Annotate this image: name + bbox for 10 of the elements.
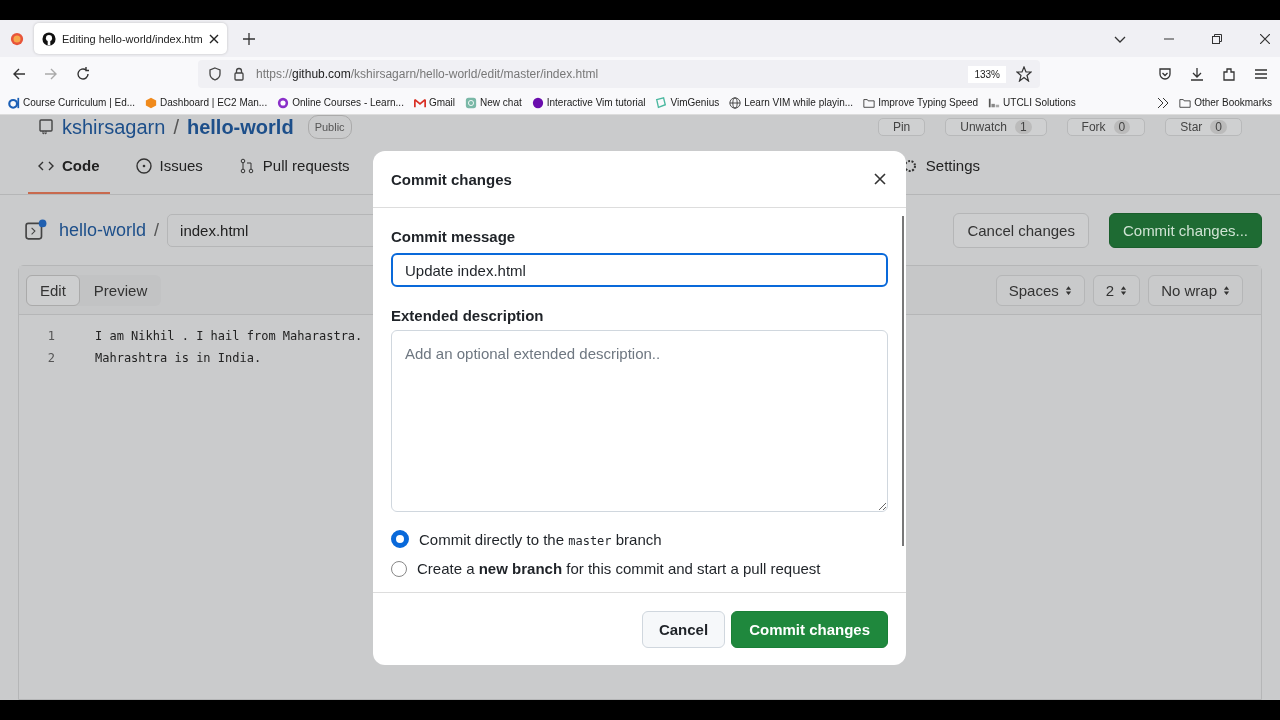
path-separator: / bbox=[154, 219, 160, 241]
line-number: 2 bbox=[46, 351, 55, 365]
line-number: 1 bbox=[46, 329, 55, 343]
code-line: Mahrashtra is in India. bbox=[95, 351, 262, 365]
field-label: Commit message bbox=[391, 228, 516, 245]
dialog-title: Commit changes bbox=[391, 170, 512, 188]
code-line: I am Nikhil . I hail from Maharastra. bbox=[95, 329, 363, 343]
path-separator: / bbox=[173, 116, 179, 138]
visibility-label: Public bbox=[307, 115, 352, 139]
field-label: Extended description bbox=[391, 307, 544, 324]
